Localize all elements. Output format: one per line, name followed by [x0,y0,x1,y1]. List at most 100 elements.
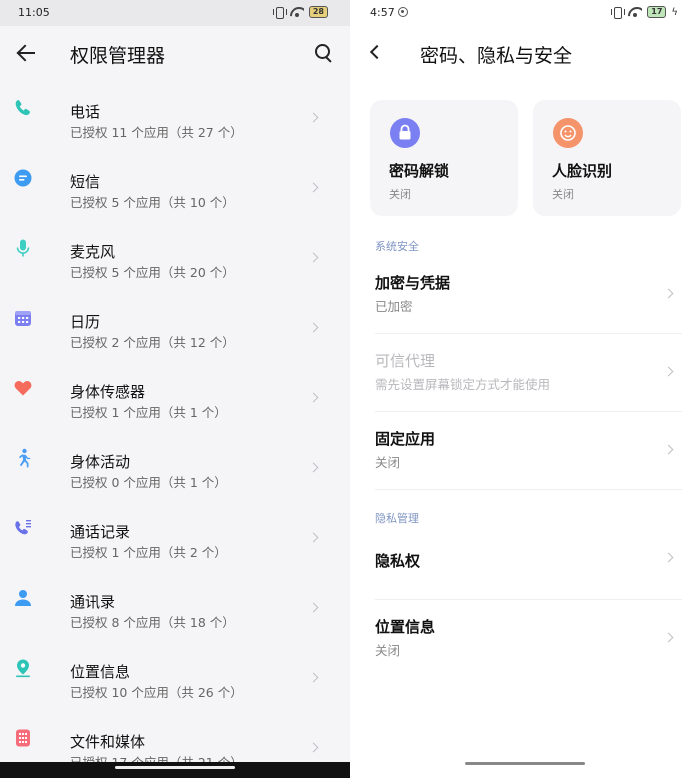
call-log-icon [13,518,33,538]
card-status: 关闭 [389,188,411,201]
permission-count: 已授权 0 个应用（共 1 个） [70,475,227,490]
chevron-right-icon [308,182,319,193]
microphone-icon [13,238,33,258]
wifi-icon [628,6,642,18]
permission-count: 已授权 11 个应用（共 27 个） [70,125,243,140]
card-title: 密码解锁 [389,162,450,180]
status-time: 4:57 [370,6,395,19]
face-recognition-card[interactable]: 人脸识别 关闭 [533,100,681,216]
card-status: 关闭 [552,188,574,201]
permission-count: 已授权 8 个应用（共 18 个） [70,615,235,630]
item-title: 位置信息 [375,618,436,636]
back-arrow-icon[interactable] [16,42,38,64]
calendar-icon [13,308,33,328]
chevron-right-icon [308,252,319,263]
permission-name: 通话记录 [70,523,131,541]
permission-count: 已授权 2 个应用（共 12 个） [70,335,235,350]
permission-count: 已授权 1 个应用（共 1 个） [70,405,227,420]
battery-icon: 17 [647,6,667,18]
back-chevron-icon[interactable] [369,44,385,60]
privacy-security-screen: 4:57 17 ϟ 密码、隐私与安全 密码解锁 关闭 人脸识别 关闭 系统安全 … [350,0,700,778]
permission-item-physical-activity[interactable]: 身体活动 已授权 0 个应用（共 1 个） [0,432,350,502]
card-title: 人脸识别 [552,162,613,180]
settings-item-location[interactable]: 位置信息 关闭 [350,600,700,678]
settings-item-privacy[interactable]: 隐私权 [350,522,700,600]
chevron-right-icon [308,742,319,753]
permission-count: 已授权 1 个应用（共 2 个） [70,545,227,560]
permission-name: 通讯录 [70,593,116,611]
home-indicator[interactable] [115,766,235,769]
message-icon [13,168,33,188]
permission-count: 已授权 5 个应用（共 20 个） [70,265,235,280]
chevron-right-icon [308,112,319,123]
search-icon[interactable] [314,43,334,63]
alarm-icon [398,7,408,17]
permission-manager-screen: 11:05 28 权限管理器 电话 已授权 11 个应用（共 27 个） 短信 … [0,0,350,778]
chevron-right-icon [663,366,674,377]
permission-count: 已授权 10 个应用（共 26 个） [70,685,243,700]
battery-icon: 28 [308,6,328,18]
files-icon [13,728,33,748]
navigation-bar [350,762,700,778]
item-status: 关闭 [375,455,401,470]
page-title: 权限管理器 [70,45,166,67]
status-time: 11:05 [18,6,50,19]
section-header-system-security: 系统安全 [375,240,419,253]
chevron-right-icon [308,462,319,473]
permission-item-phone[interactable]: 电话 已授权 11 个应用（共 27 个） [0,82,350,152]
permission-name: 电话 [70,103,101,121]
lock-icon [390,118,420,148]
chevron-right-icon [308,672,319,683]
item-status: 需先设置屏幕锁定方式才能使用 [375,377,551,392]
page-title: 密码、隐私与安全 [420,45,573,67]
chevron-right-icon [663,552,674,563]
contacts-icon [13,588,33,608]
permission-item-location[interactable]: 位置信息 已授权 10 个应用（共 26 个） [0,642,350,712]
permission-name: 身体传感器 [70,383,146,401]
permission-item-microphone[interactable]: 麦克风 已授权 5 个应用（共 20 个） [0,222,350,292]
phone-icon [13,98,33,118]
permission-name: 短信 [70,173,101,191]
charging-icon: ϟ [671,6,678,18]
chevron-right-icon [308,392,319,403]
location-icon [13,658,33,678]
permission-item-call-log[interactable]: 通话记录 已授权 1 个应用（共 2 个） [0,502,350,572]
chevron-right-icon [308,602,319,613]
face-icon [553,118,583,148]
item-title: 加密与凭据 [375,274,451,292]
navigation-bar [0,762,350,778]
chevron-right-icon [308,322,319,333]
status-bar: 11:05 28 [0,0,350,26]
permission-name: 位置信息 [70,663,131,681]
item-title: 固定应用 [375,430,436,448]
vibrate-icon [272,6,287,19]
password-unlock-card[interactable]: 密码解锁 关闭 [370,100,518,216]
settings-item-trust-agents[interactable]: 可信代理 需先设置屏幕锁定方式才能使用 [350,334,700,412]
item-status: 关闭 [375,643,401,658]
permission-count: 已授权 5 个应用（共 10 个） [70,195,235,210]
permission-item-sms[interactable]: 短信 已授权 5 个应用（共 10 个） [0,152,350,222]
running-icon [13,448,33,468]
permission-item-body-sensors[interactable]: 身体传感器 已授权 1 个应用（共 1 个） [0,362,350,432]
settings-item-encryption[interactable]: 加密与凭据 已加密 [350,256,700,334]
item-title: 可信代理 [375,352,436,370]
permission-item-contacts[interactable]: 通讯录 已授权 8 个应用（共 18 个） [0,572,350,642]
settings-item-app-pinning[interactable]: 固定应用 关闭 [350,412,700,490]
item-title: 隐私权 [375,552,421,570]
home-indicator[interactable] [465,762,585,765]
chevron-right-icon [663,288,674,299]
status-bar: 4:57 17 ϟ [350,0,700,26]
permission-name: 文件和媒体 [70,733,146,751]
chevron-right-icon [663,444,674,455]
item-status: 已加密 [375,299,413,314]
wifi-icon [290,6,304,18]
permission-name: 身体活动 [70,453,131,471]
vibrate-icon [611,6,626,19]
header: 密码、隐私与安全 [350,26,700,82]
chevron-right-icon [308,532,319,543]
heart-icon [13,378,33,398]
permission-item-calendar[interactable]: 日历 已授权 2 个应用（共 12 个） [0,292,350,362]
divider [375,489,682,490]
permission-name: 日历 [70,313,101,331]
chevron-right-icon [663,632,674,643]
